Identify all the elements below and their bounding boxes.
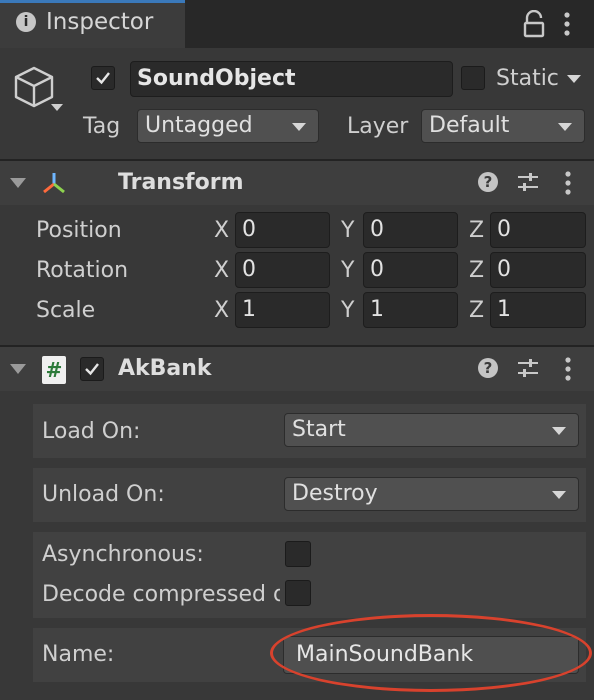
static-dropdown-caret-icon[interactable] <box>567 75 581 83</box>
chevron-down-icon <box>558 123 572 131</box>
axis-z-label: Z <box>469 298 485 323</box>
load-on-value: Start <box>292 417 346 442</box>
script-icon: # <box>42 356 66 384</box>
chevron-down-icon <box>552 427 566 435</box>
axis-x-label: X <box>214 218 230 243</box>
load-on-dropdown[interactable]: Start <box>284 413 579 447</box>
axis-x-label: X <box>214 258 230 283</box>
decode-compressed-checkbox[interactable] <box>285 580 311 606</box>
tag-dropdown-value: Untagged <box>145 113 253 138</box>
rotation-y-field[interactable]: 0 <box>363 252 458 288</box>
presets-sliders-icon[interactable] <box>516 356 540 380</box>
name-label: Name: <box>42 642 115 667</box>
akbank-enabled-checkbox[interactable] <box>80 357 104 381</box>
axis-z-label: Z <box>469 218 485 243</box>
help-icon[interactable]: ? <box>478 358 498 378</box>
presets-sliders-icon[interactable] <box>516 170 540 194</box>
scale-z-field[interactable]: 1 <box>490 292 586 328</box>
foldout-arrow-icon[interactable] <box>10 364 26 374</box>
gameobject-active-checkbox[interactable] <box>91 66 115 90</box>
more-options-icon[interactable] <box>562 356 574 382</box>
rotation-label: Rotation <box>36 258 129 283</box>
static-label: Static <box>496 66 559 91</box>
load-on-label: Load On: <box>42 419 141 444</box>
axis-y-label: Y <box>341 218 355 243</box>
tag-dropdown[interactable]: Untagged <box>137 109 319 143</box>
transform-axes-icon <box>43 173 65 194</box>
scale-label: Scale <box>36 298 96 323</box>
position-y-field[interactable]: 0 <box>363 212 458 248</box>
layer-dropdown[interactable]: Default <box>421 109 585 143</box>
akbank-title: AkBank <box>118 356 212 381</box>
info-icon: i <box>16 12 36 32</box>
gameobject-cube-icon[interactable] <box>8 62 66 120</box>
static-checkbox[interactable] <box>461 66 485 90</box>
scale-x-field[interactable]: 1 <box>235 292 330 328</box>
transform-header[interactable] <box>0 161 594 205</box>
axis-z-label: Z <box>469 258 485 283</box>
more-options-icon[interactable] <box>561 11 573 37</box>
help-icon[interactable]: ? <box>478 172 498 192</box>
position-z-field[interactable]: 0 <box>490 212 586 248</box>
chevron-down-icon <box>292 123 306 131</box>
highlight-annotation-ring <box>270 614 592 692</box>
unload-on-value: Destroy <box>292 481 378 506</box>
rotation-x-field[interactable]: 0 <box>235 252 330 288</box>
asynchronous-label: Asynchronous: <box>42 542 204 567</box>
lock-icon[interactable] <box>522 10 546 38</box>
checkmark-icon <box>85 363 99 376</box>
decode-compressed-label: Decode compressed d <box>42 582 280 607</box>
unload-on-label: Unload On: <box>42 482 165 507</box>
rotation-z-field[interactable]: 0 <box>490 252 586 288</box>
layer-label: Layer <box>347 114 409 139</box>
position-x-field[interactable]: 0 <box>235 212 330 248</box>
axis-y-label: Y <box>341 258 355 283</box>
tag-label: Tag <box>83 114 121 139</box>
layer-dropdown-value: Default <box>429 113 510 138</box>
inspector-tab-title: Inspector <box>46 9 154 35</box>
asynchronous-checkbox[interactable] <box>285 541 311 567</box>
chevron-down-icon <box>552 491 566 499</box>
axis-x-label: X <box>214 298 230 323</box>
position-label: Position <box>36 218 122 243</box>
scale-y-field[interactable]: 1 <box>363 292 458 328</box>
transform-title: Transform <box>118 170 244 195</box>
axis-y-label: Y <box>341 298 355 323</box>
more-options-icon[interactable] <box>562 170 574 196</box>
checkmark-icon <box>96 72 110 85</box>
foldout-arrow-icon[interactable] <box>10 178 26 188</box>
gameobject-name-field[interactable]: SoundObject <box>130 61 453 97</box>
unload-on-dropdown[interactable]: Destroy <box>284 477 579 511</box>
